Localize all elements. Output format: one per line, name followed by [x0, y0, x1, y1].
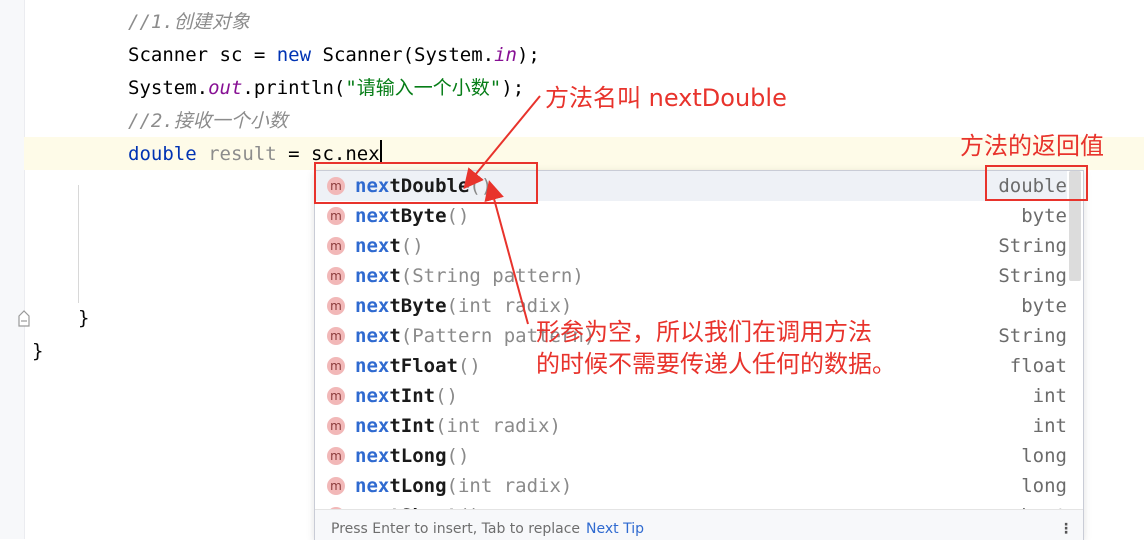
arrow-to-method-name: [463, 95, 541, 190]
annotation-arrows: [463, 95, 541, 325]
arrow-to-params: [484, 180, 529, 325]
